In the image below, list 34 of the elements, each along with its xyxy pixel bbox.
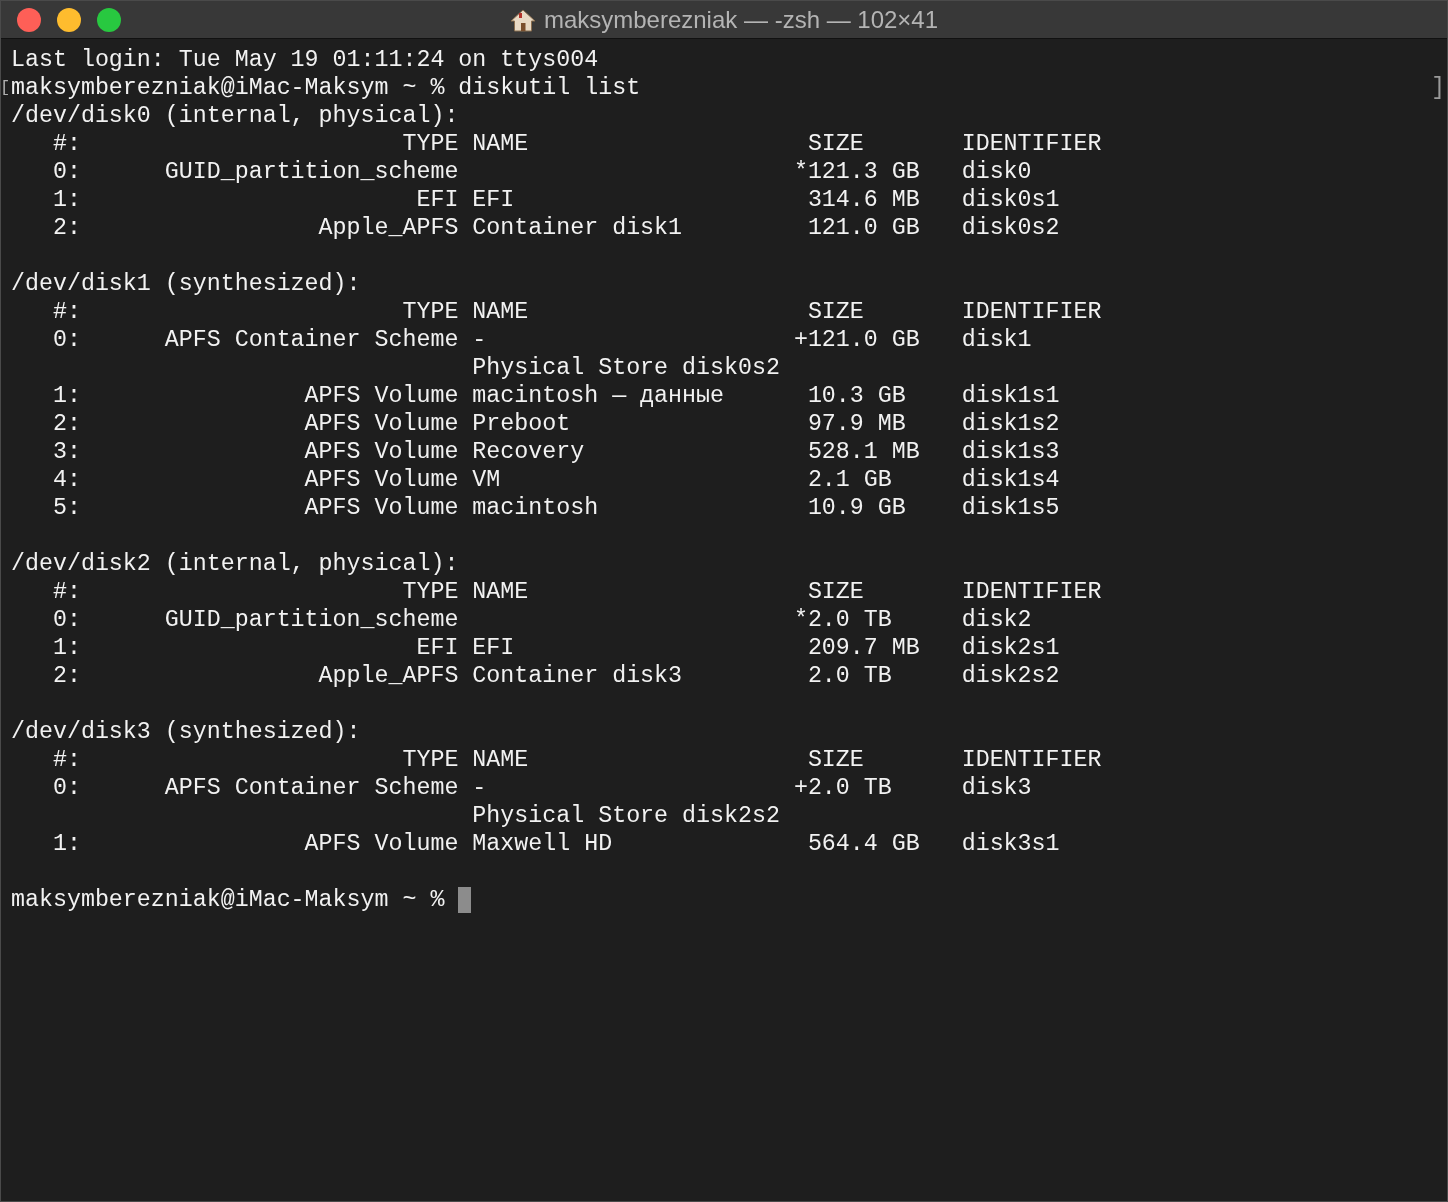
zoom-button[interactable]: [97, 8, 121, 32]
terminal-line: 3: APFS Volume Recovery 528.1 MB disk1s3: [51, 438, 1061, 466]
terminal-line: 1: APFS Volume macintosh — данные 10.3 GB disk1s1: [51, 382, 1061, 410]
line-mark: [: [1, 77, 11, 99]
terminal-line: maksymberezniak@iMac-Maksym ~ % diskutil list: [11, 74, 641, 102]
terminal-line: #: TYPE NAME SIZE IDENTIFIER: [51, 130, 1103, 158]
house-icon: [509, 7, 536, 32]
window-title: maksymberezniak — -zsh — 102×41: [543, 4, 939, 35]
terminal-line: Last login: Tue May 19 01:11:24 on ttys004: [11, 46, 600, 74]
terminal-line: 2: Apple_APFS Container disk1 121.0 GB disk0s2: [51, 214, 1061, 242]
terminal-line: Physical Store disk0s2: [471, 354, 781, 382]
close-button[interactable]: [17, 8, 41, 32]
terminal-line: 2: APFS Volume Preboot 97.9 MB disk1s2: [51, 410, 1061, 438]
terminal-line: Physical Store disk2s2: [471, 802, 781, 830]
minimize-button[interactable]: [57, 8, 81, 32]
terminal-line: /dev/disk2 (internal, physical):: [11, 550, 460, 578]
terminal-line: /dev/disk0 (internal, physical):: [11, 102, 460, 130]
terminal-line: 0: GUID_partition_scheme *121.3 GB disk0: [51, 158, 1033, 186]
shell-prompt: maksymberezniak@iMac-Maksym ~ %: [11, 886, 445, 914]
terminal-line: 1: APFS Volume Maxwell HD 564.4 GB disk3s1: [51, 830, 1061, 858]
terminal-line: /dev/disk3 (synthesized):: [11, 718, 362, 746]
terminal-line: /dev/disk1 (synthesized):: [11, 270, 362, 298]
terminal-line: 4: APFS Volume VM 2.1 GB disk1s4: [51, 466, 1061, 494]
terminal-line: #: TYPE NAME SIZE IDENTIFIER: [51, 578, 1103, 606]
terminal-line: 1: EFI EFI 314.6 MB disk0s1: [51, 186, 1061, 214]
terminal-line: #: TYPE NAME SIZE IDENTIFIER: [51, 298, 1103, 326]
terminal-line: 0: GUID_partition_scheme *2.0 TB disk2: [51, 606, 1033, 634]
line-mark: ]: [1431, 74, 1445, 102]
terminal-line: 0: APFS Container Scheme - +2.0 TB disk3: [51, 774, 1033, 802]
terminal-line: 0: APFS Container Scheme - +121.0 GB disk1: [51, 326, 1033, 354]
terminal-line: 2: Apple_APFS Container disk3 2.0 TB disk2s2: [51, 662, 1061, 690]
terminal-line: #: TYPE NAME SIZE IDENTIFIER: [51, 746, 1103, 774]
terminal-line: 5: APFS Volume macintosh 10.9 GB disk1s5: [51, 494, 1061, 522]
terminal-line: 1: EFI EFI 209.7 MB disk2s1: [51, 634, 1061, 662]
